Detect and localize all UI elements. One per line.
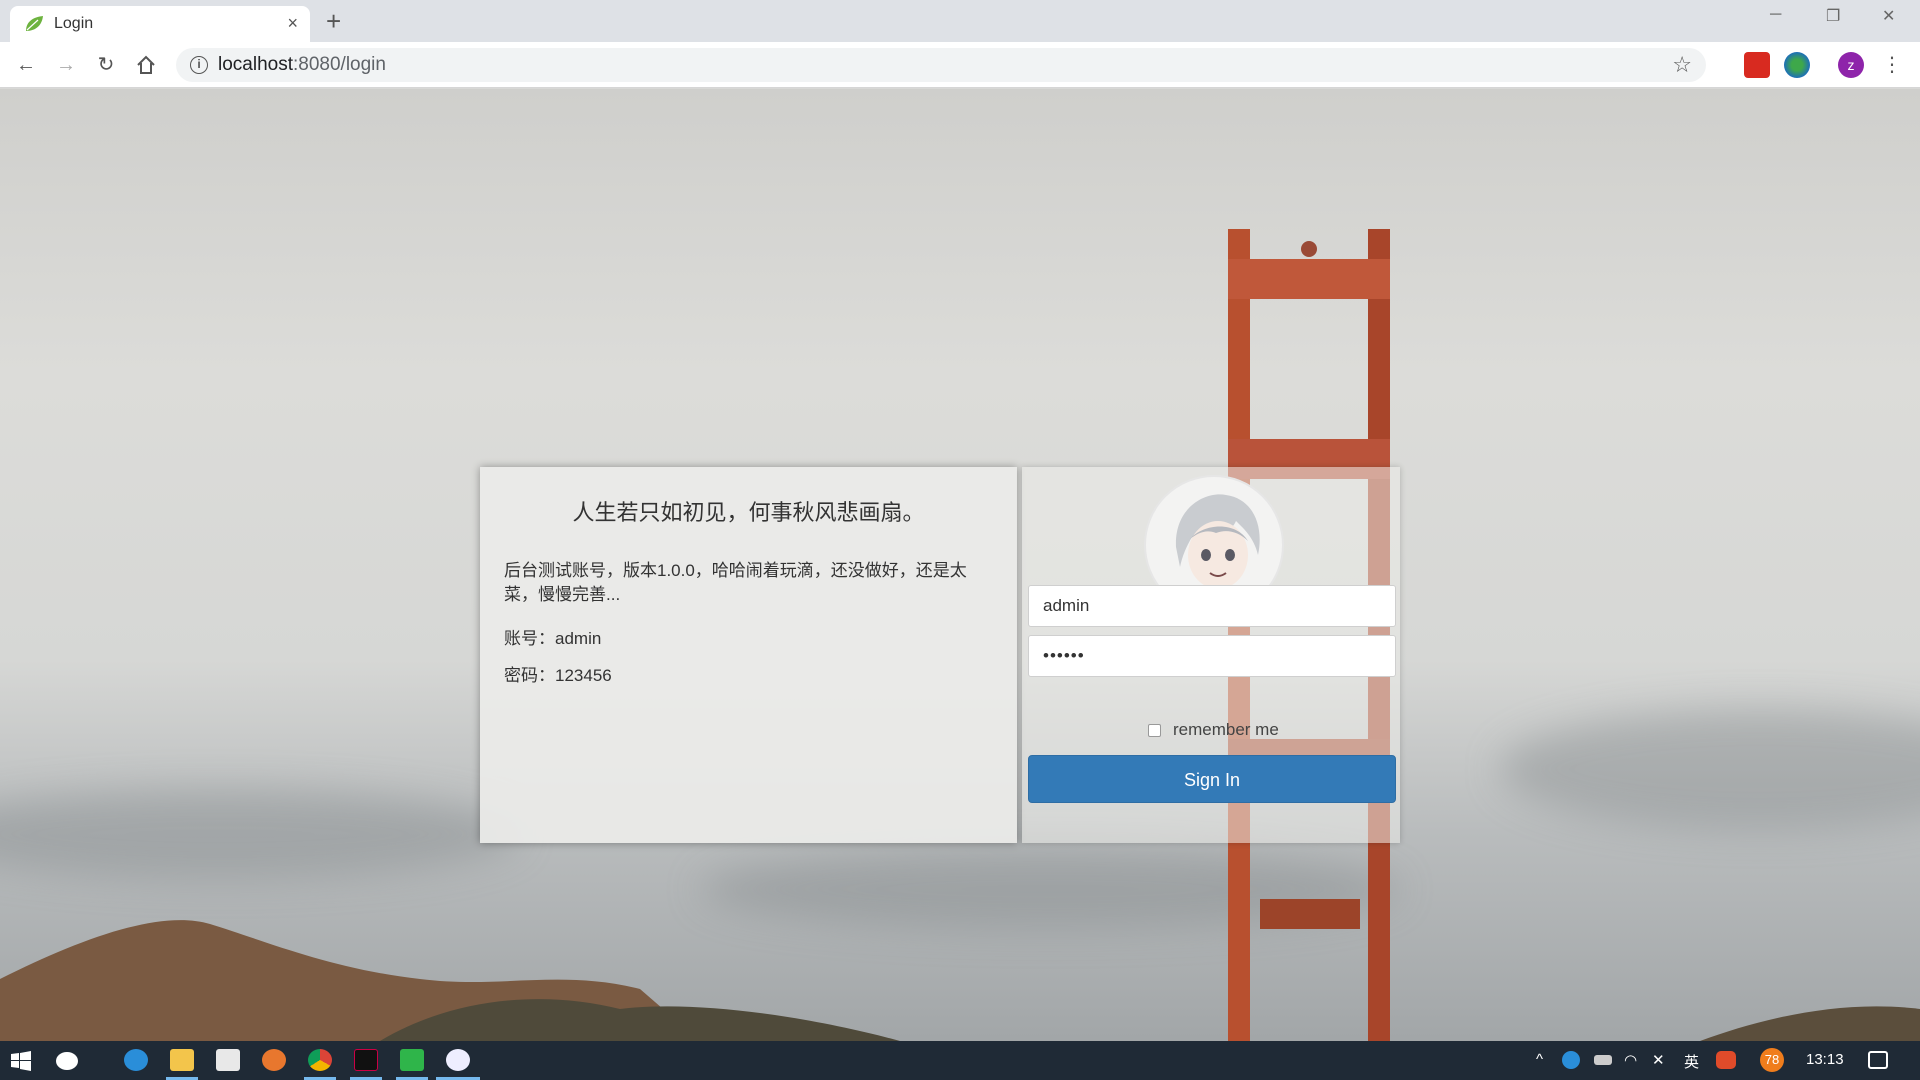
bookmark-star-icon[interactable]: ☆ [1672,52,1692,78]
url-text[interactable]: localhost:8080/login [218,54,386,76]
window-close-icon[interactable]: ✕ [1882,6,1895,26]
username-input[interactable]: admin [1028,585,1396,627]
reload-icon[interactable]: ↻ [94,53,118,77]
password-input[interactable]: •••••• [1028,635,1396,677]
remember-me-option[interactable]: remember me [1148,720,1279,740]
back-icon[interactable]: ← [14,53,38,77]
firefox-icon[interactable] [262,1049,286,1071]
browser-app-icon[interactable] [124,1049,148,1071]
app-icon[interactable] [446,1049,470,1071]
taskbar: ^ ◠ ✕ 英 78 13:13 [0,1041,1920,1080]
tab-title: Login [54,15,94,32]
leaf-icon [26,16,43,31]
home-icon[interactable] [134,53,158,77]
globe-extension-icon[interactable] [1784,52,1810,78]
intellij-icon[interactable] [354,1049,378,1071]
browser-toolbar: ← → ↻ i localhost:8080/login ☆ z ⋮ [0,42,1920,88]
mute-icon[interactable]: ✕ [1652,1051,1665,1069]
forward-icon[interactable]: → [54,53,78,77]
new-tab-button[interactable]: + [326,6,341,36]
notification-icon[interactable] [1868,1051,1888,1069]
poem-heading: 人生若只如初见，何事秋风悲画扇。 [572,500,925,525]
windows-start-icon[interactable] [11,1051,31,1071]
mountains-image [0,920,1920,1041]
sign-in-button[interactable]: Sign In [1028,755,1396,803]
battery-icon[interactable] [1594,1055,1612,1065]
sogou-icon[interactable] [1716,1051,1736,1069]
tray-app-icon[interactable] [1562,1051,1580,1069]
tab-login[interactable]: Login × [10,6,310,42]
profile-avatar[interactable]: z [1838,52,1864,78]
ime-indicator[interactable]: 英 [1684,1051,1699,1072]
restore-icon[interactable]: ❐ [1826,6,1840,26]
page-viewport: 人生若只如初见，何事秋风悲画扇。 后台测试账号，版本1.0.0，哈哈闹着玩滴，还… [0,89,1920,1041]
hbuilder-icon[interactable] [400,1049,424,1071]
file-explorer-icon[interactable] [170,1049,194,1071]
password-hint-text: 密码：123456 [504,666,612,685]
remember-me-checkbox[interactable] [1148,724,1161,738]
info-icon[interactable]: i [190,56,208,74]
address-bar[interactable]: i localhost:8080/login ☆ [176,48,1706,82]
minimize-icon[interactable]: ─ [1770,6,1781,24]
remember-me-label: remember me [1173,720,1279,739]
flash-extension-icon[interactable] [1744,52,1770,78]
description-text: 后台测试账号，版本1.0.0，哈哈闹着玩滴，还没做好，还是太菜，慢慢完善... [504,561,967,604]
mail-icon[interactable] [216,1049,240,1071]
cortana-chat-icon[interactable] [56,1052,78,1070]
wifi-icon[interactable]: ◠ [1624,1051,1637,1069]
chrome-icon[interactable] [308,1049,332,1071]
badge-count[interactable]: 78 [1760,1048,1784,1072]
clock-time[interactable]: 13:13 [1806,1051,1844,1068]
account-text: 账号：admin [504,629,602,648]
browser-tab-bar: Login × + ─ ❐ ✕ [0,0,1920,42]
tray-expand-icon[interactable]: ^ [1536,1051,1543,1068]
info-panel: 人生若只如初见，何事秋风悲画扇。 后台测试账号，版本1.0.0，哈哈闹着玩滴，还… [480,467,1017,843]
login-form-panel: admin •••••• remember me Sign In [1022,467,1400,843]
cloud-shape [1500,709,1920,829]
tab-close-icon[interactable]: × [287,13,298,33]
login-card: 人生若只如初见，何事秋风悲画扇。 后台测试账号，版本1.0.0，哈哈闹着玩滴，还… [480,467,1400,843]
menu-icon[interactable]: ⋮ [1880,53,1904,77]
